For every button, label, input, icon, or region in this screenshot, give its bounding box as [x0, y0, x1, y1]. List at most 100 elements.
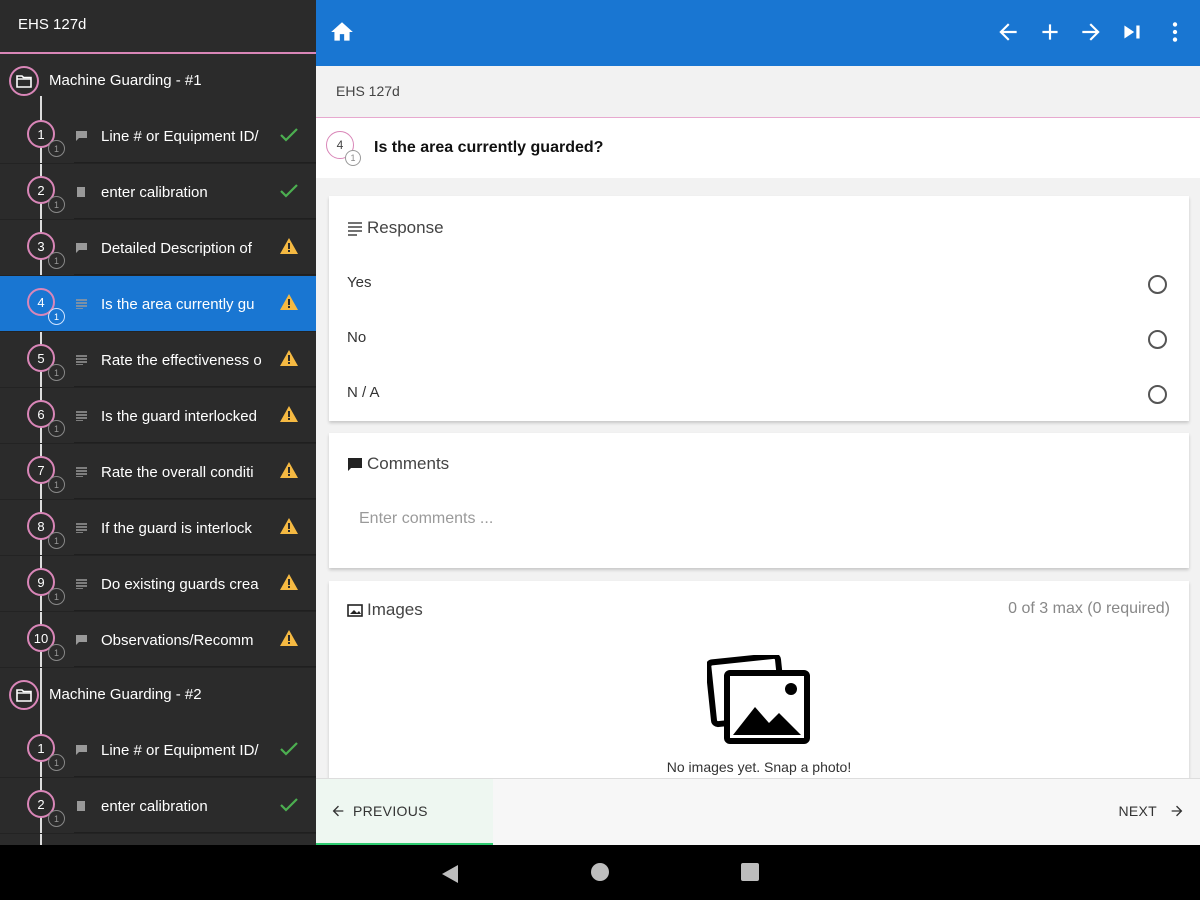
- sidebar: EHS 127d Machine Guarding - #1 1 1 Line # …: [0, 0, 316, 845]
- numeric-field-icon: [77, 801, 85, 811]
- question-text: Is the area currently guarded?: [374, 139, 604, 156]
- item-sub-number: 1: [48, 532, 65, 549]
- plus-icon[interactable]: [1037, 19, 1063, 45]
- main-panel: EHS 127d 4 1 Is the area currently guard…: [316, 0, 1200, 846]
- images-count: 0 of 3 max (0 required): [1008, 600, 1170, 617]
- response-title: Response: [347, 218, 444, 238]
- list-field-icon: [76, 411, 87, 421]
- image-icon: [347, 603, 363, 617]
- item-label: If the guard is interlock: [101, 520, 252, 537]
- sidebar-item[interactable]: 9 1 Do existing guards crea: [0, 556, 316, 612]
- list-icon: [348, 221, 362, 236]
- item-sub-number: 1: [48, 810, 65, 827]
- sidebar-item[interactable]: 4 1 Is the area currently gu: [0, 276, 316, 332]
- option-na-label: N / A: [347, 384, 380, 401]
- comment-field-icon: [76, 243, 87, 253]
- sidebar-item[interactable]: 6 1 Is the guard interlocked: [0, 388, 316, 444]
- comment-icon: [348, 457, 362, 471]
- item-label: Line # or Equipment ID/: [101, 742, 259, 759]
- arrow-right-icon[interactable]: [1078, 19, 1104, 45]
- section-label: Machine Guarding - #1: [49, 72, 202, 89]
- item-label: enter calibration: [101, 184, 208, 201]
- sidebar-section-2[interactable]: Machine Guarding - #2: [0, 668, 316, 722]
- item-sub-number: 1: [48, 644, 65, 661]
- app-window: EHS 127d Machine Guarding - #1 1 1 Line # …: [0, 0, 1200, 846]
- check-icon: [280, 184, 298, 198]
- item-sub-number: 1: [48, 196, 65, 213]
- item-sub-number: 1: [48, 308, 65, 325]
- previous-button[interactable]: PREVIOUS: [316, 779, 493, 846]
- nav-home-icon[interactable]: [591, 863, 609, 881]
- nav-recent-icon[interactable]: [741, 863, 759, 881]
- previous-label: PREVIOUS: [353, 803, 428, 819]
- check-icon: [280, 128, 298, 142]
- warning-icon: [280, 294, 298, 310]
- sidebar-item[interactable]: 8 1 If the guard is interlock: [0, 500, 316, 556]
- sidebar-item[interactable]: 5 1 Rate the effectiveness o: [0, 332, 316, 388]
- warning-icon: [280, 238, 298, 254]
- item-sub-number: 1: [48, 252, 65, 269]
- list-field-icon: [76, 467, 87, 477]
- breadcrumb: EHS 127d: [316, 66, 1200, 118]
- images-card: Images 0 of 3 max (0 required) No images…: [329, 581, 1189, 781]
- comments-card: Comments Enter comments ...: [329, 433, 1189, 568]
- next-button[interactable]: NEXT: [1118, 803, 1157, 819]
- warning-icon: [280, 518, 298, 534]
- comments-title-label: Comments: [367, 454, 450, 473]
- check-icon: [280, 742, 298, 756]
- comments-input[interactable]: Enter comments ...: [359, 510, 493, 528]
- sidebar-title: EHS 127d: [0, 0, 316, 54]
- item-sub-number: 1: [48, 140, 65, 157]
- photos-illustration-icon[interactable]: [707, 655, 813, 747]
- item-label: enter calibration: [101, 798, 208, 815]
- comment-field-icon: [76, 131, 87, 141]
- sidebar-section-1[interactable]: Machine Guarding - #1: [0, 54, 316, 108]
- item-sub-number: 1: [48, 588, 65, 605]
- nav-back-icon[interactable]: [441, 864, 459, 884]
- item-label: Detailed Description of: [101, 240, 252, 257]
- option-yes-radio[interactable]: [1148, 275, 1167, 294]
- option-na-radio[interactable]: [1148, 385, 1167, 404]
- arrow-left-icon[interactable]: [995, 19, 1021, 45]
- home-icon[interactable]: [329, 19, 355, 45]
- comment-field-icon: [76, 635, 87, 645]
- item-label: Is the area currently gu: [101, 296, 255, 313]
- sidebar-item[interactable]: 1 1 Line # or Equipment ID/: [0, 722, 316, 778]
- top-app-bar: [316, 0, 1200, 66]
- arrow-right-icon[interactable]: [1169, 803, 1185, 819]
- check-icon: [280, 798, 298, 812]
- option-no-radio[interactable]: [1148, 330, 1167, 349]
- item-sub-number: 1: [48, 364, 65, 381]
- sidebar-item[interactable]: 2 1 enter calibration: [0, 164, 316, 220]
- list-field-icon: [76, 355, 87, 365]
- item-label: Rate the effectiveness o: [101, 352, 262, 369]
- images-title: Images: [347, 600, 423, 620]
- sidebar-item[interactable]: 1 1 Line # or Equipment ID/: [0, 108, 316, 164]
- folder-icon: [9, 66, 39, 96]
- warning-icon: [280, 574, 298, 590]
- comment-field-icon: [76, 745, 87, 755]
- response-title-label: Response: [367, 218, 444, 237]
- response-card: Response Yes No N / A: [329, 196, 1189, 421]
- more-vert-icon[interactable]: [1162, 19, 1188, 45]
- arrow-left-icon: [332, 805, 344, 817]
- question-sub-number: 1: [345, 150, 361, 166]
- item-sub-number: 1: [48, 420, 65, 437]
- question-header: 4 1 Is the area currently guarded?: [316, 118, 1200, 178]
- item-label: Is the guard interlocked: [101, 408, 257, 425]
- item-sub-number: 1: [48, 476, 65, 493]
- item-label: Do existing guards crea: [101, 576, 259, 593]
- warning-icon: [280, 630, 298, 646]
- no-images-message: No images yet. Snap a photo!: [666, 759, 852, 775]
- option-yes-label: Yes: [347, 274, 372, 291]
- skip-to-end-icon[interactable]: [1119, 19, 1145, 45]
- item-label: Line # or Equipment ID/: [101, 128, 259, 145]
- sidebar-item[interactable]: 3 1 Detailed Description of: [0, 220, 316, 276]
- sidebar-item[interactable]: 10 1 Observations/Recomm: [0, 612, 316, 668]
- comments-title: Comments: [347, 454, 449, 474]
- list-field-icon: [76, 579, 87, 589]
- sidebar-item[interactable]: 7 1 Rate the overall conditi: [0, 444, 316, 500]
- sidebar-item[interactable]: 2 1 enter calibration: [0, 778, 316, 834]
- option-no-label: No: [347, 329, 367, 346]
- item-label: Observations/Recomm: [101, 632, 254, 649]
